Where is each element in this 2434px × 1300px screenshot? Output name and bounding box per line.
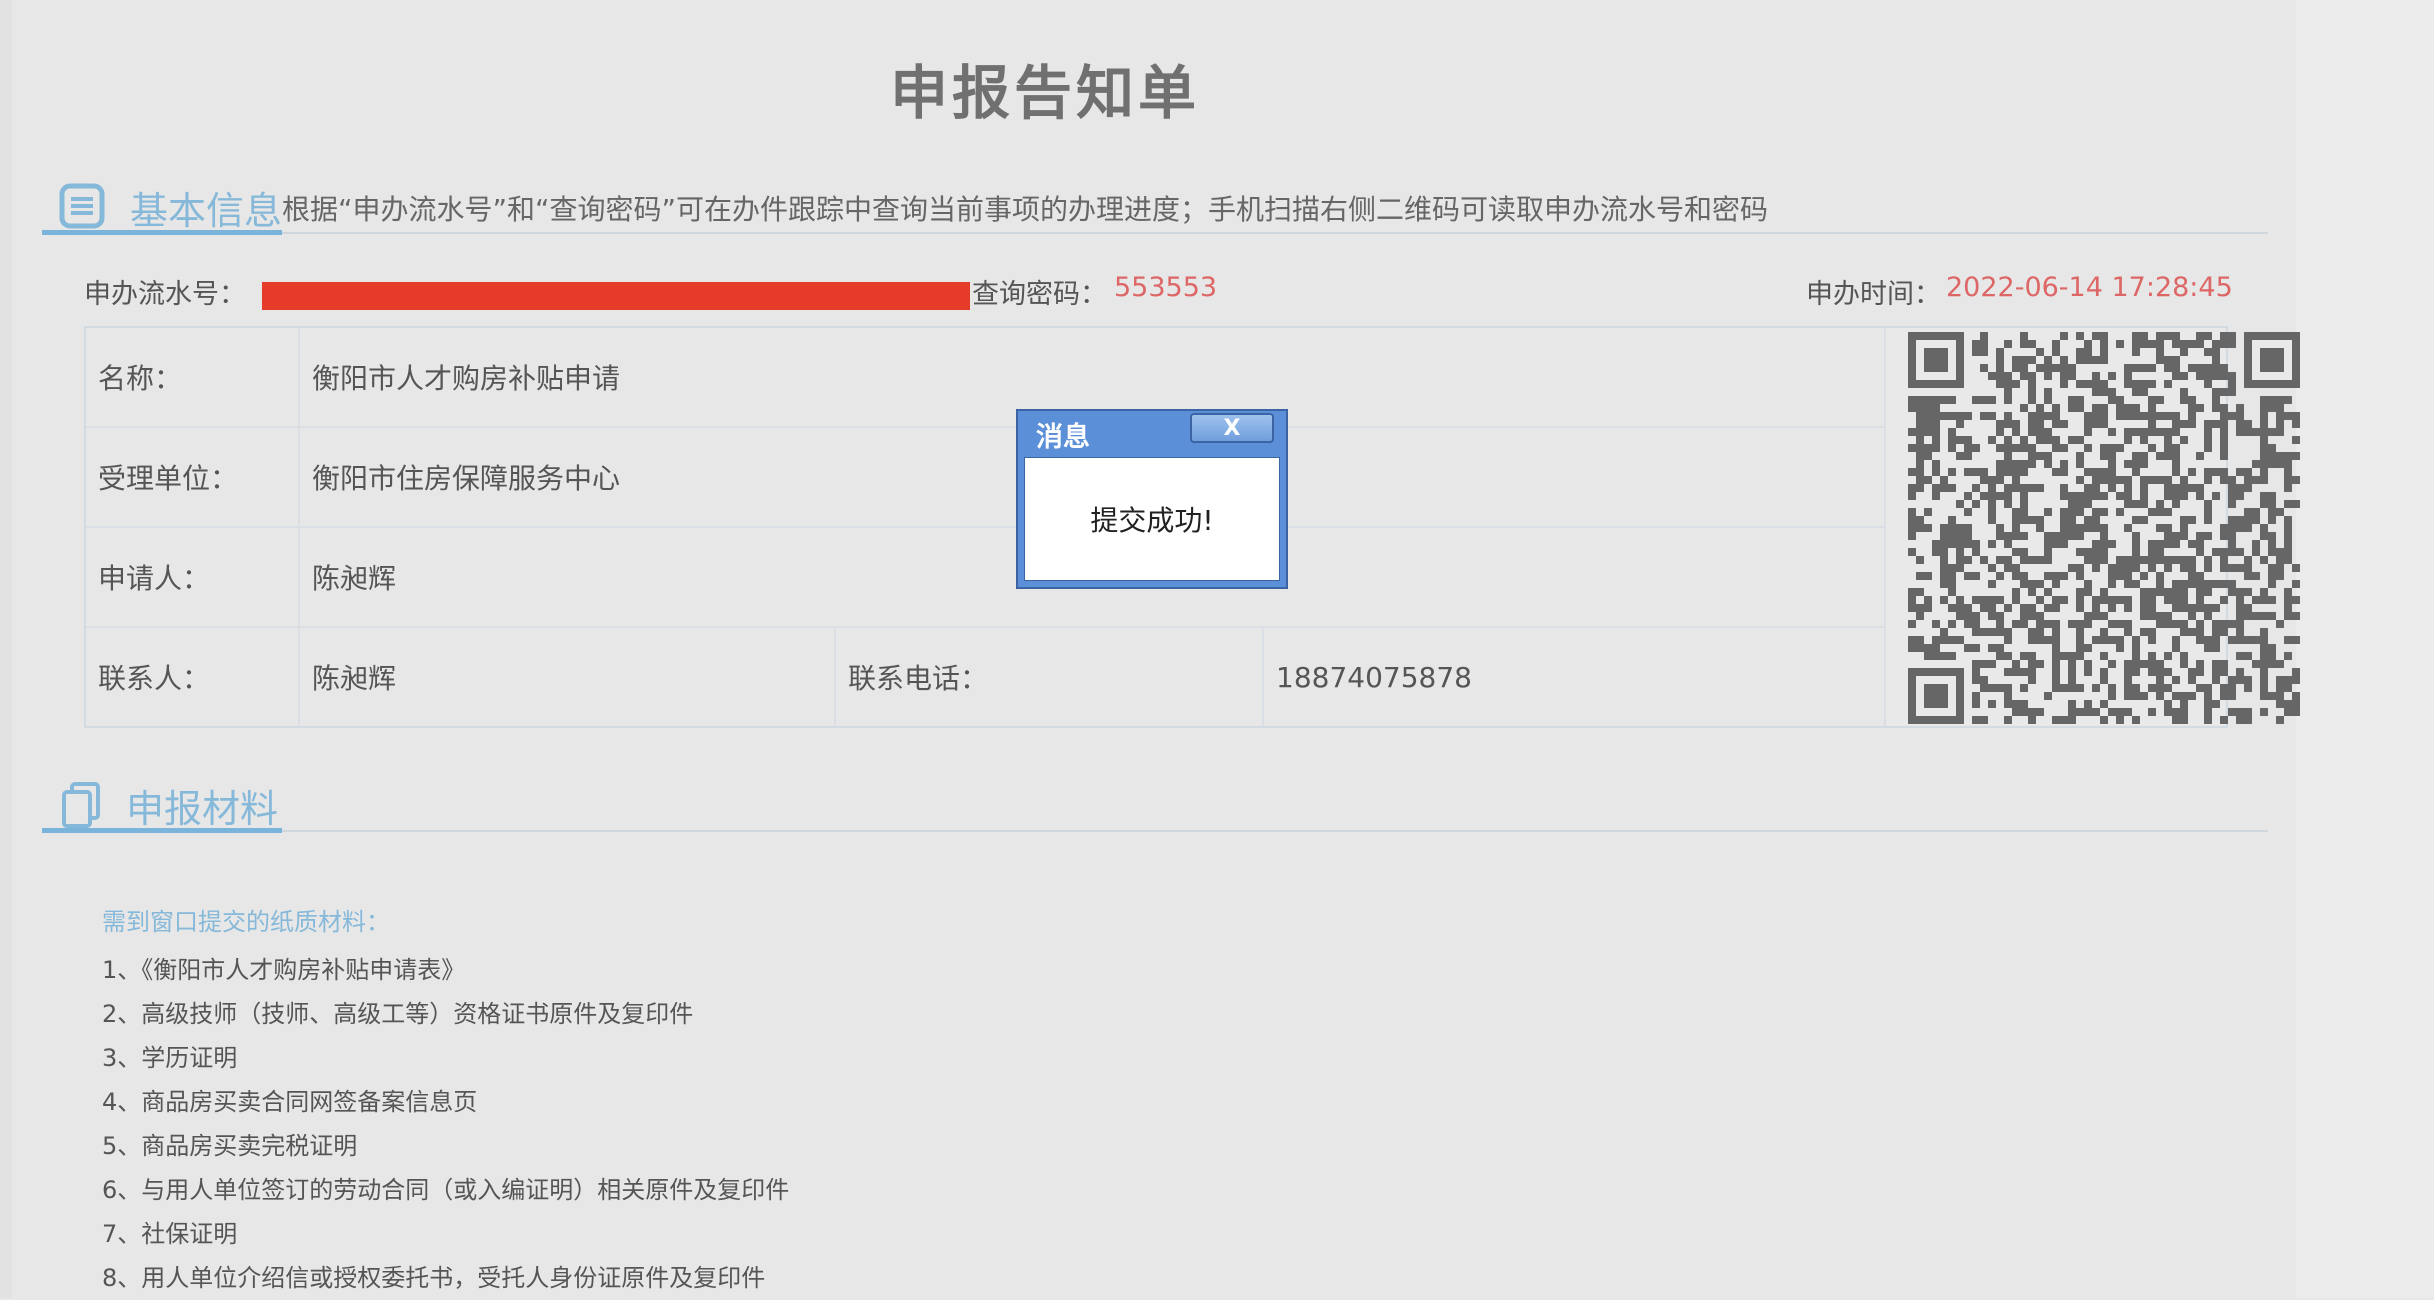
unit-label: 受理单位：	[86, 428, 300, 528]
left-edge	[0, 0, 12, 1298]
materials-header: 申报材料	[42, 782, 2268, 833]
qr-code-image	[1908, 332, 2300, 724]
list-item: 6、与用人单位签订的劳动合同（或入编证明）相关原件及复印件	[102, 1176, 790, 1204]
list-item: 7、社保证明	[102, 1220, 238, 1248]
list-item: 8、用人单位介绍信或授权委托书，受托人身份证原件及复印件	[102, 1264, 766, 1292]
materials-list: 需到窗口提交的纸质材料： 1、《衡阳市人才购房补贴申请表》 2、高级技师（技师、…	[102, 900, 789, 1300]
list-item: 2、高级技师（技师、高级工等）资格证书原件及复印件	[102, 1000, 694, 1028]
dialog-body: 提交成功!	[1024, 457, 1280, 581]
phone-label: 联系电话：	[836, 628, 1264, 726]
redacted-serial	[262, 282, 970, 310]
basic-info-title: 基本信息	[130, 189, 283, 233]
list-item: 4、商品房买卖合同网签备案信息页	[102, 1088, 478, 1116]
copy-doc-icon	[62, 782, 100, 828]
right-margin	[2296, 0, 2434, 1298]
contact-label: 联系人：	[86, 628, 300, 726]
time-value: 2022-06-14 17:28:45	[1946, 272, 2233, 303]
list-item: 5、商品房买卖完税证明	[102, 1132, 358, 1160]
serial-label: 申办流水号：	[84, 279, 246, 310]
list-item: 1、《衡阳市人才购房补贴申请表》	[102, 956, 466, 984]
materials-title: 申报材料	[126, 787, 279, 831]
section-divider	[42, 232, 2268, 234]
basic-info-header: 基本信息 根据“申办流水号”和“查询密码”可在办件跟踪中查询当前事项的办理进度；…	[42, 183, 2268, 235]
query-value: 553553	[1114, 272, 1218, 303]
applicant-label: 申请人：	[86, 528, 300, 628]
query-label: 查询密码：	[972, 279, 1107, 310]
section-divider	[42, 830, 2268, 832]
basic-info-hint: 根据“申办流水号”和“查询密码”可在办件跟踪中查询当前事项的办理进度；手机扫描右…	[282, 193, 1769, 226]
list-doc-icon	[59, 183, 105, 229]
meta-row: 申办流水号： 查询密码： 553553 申办时间： 2022-06-14 17:…	[84, 272, 2233, 312]
section-accent	[42, 828, 282, 833]
qr-code	[1886, 328, 2300, 726]
section-accent	[42, 230, 282, 235]
time-label: 申办时间：	[1806, 279, 1941, 310]
paper-materials-heading: 需到窗口提交的纸质材料：	[102, 908, 390, 936]
page-title: 申报告知单	[889, 59, 1200, 127]
dialog-title: 消息	[1036, 422, 1090, 453]
dialog-close-button[interactable]: X	[1190, 413, 1274, 443]
message-dialog: 消息 X 提交成功!	[1016, 409, 1288, 589]
phone-value: 18874075878	[1264, 628, 1886, 726]
list-item: 3、学历证明	[102, 1044, 238, 1072]
contact-value: 陈昶辉	[300, 628, 836, 726]
dialog-message: 提交成功!	[1090, 504, 1214, 537]
name-label: 名称：	[86, 328, 300, 428]
